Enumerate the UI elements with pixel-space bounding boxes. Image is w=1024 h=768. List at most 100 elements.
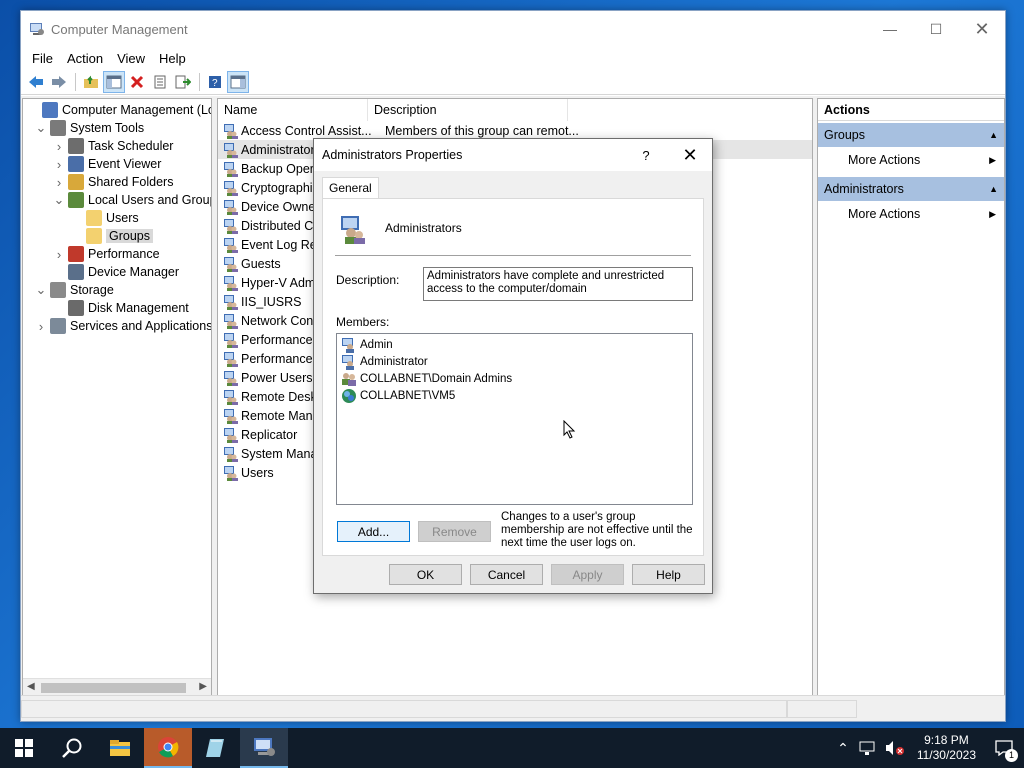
- collapse-chevron-icon[interactable]: ⌄: [53, 192, 65, 208]
- tree-item[interactable]: Computer Management (Local: [27, 101, 211, 119]
- tree-horizontal-scrollbar[interactable]: ◀ ▶: [23, 678, 211, 695]
- tree-item[interactable]: ⌄ Local Users and Groups: [53, 191, 212, 209]
- help-button[interactable]: Help: [632, 564, 705, 585]
- menu-action[interactable]: Action: [60, 51, 110, 66]
- tree-item[interactable]: › Event Viewer: [53, 155, 161, 173]
- member-item[interactable]: Admin: [341, 336, 688, 353]
- tree-item[interactable]: Device Manager: [53, 263, 179, 281]
- add-button[interactable]: Add...: [337, 521, 410, 542]
- submenu-arrow-icon: ▶: [989, 208, 996, 219]
- system-tools-icon: [50, 120, 66, 136]
- group-icon: [224, 465, 238, 481]
- taskbar-notepad[interactable]: [192, 728, 240, 768]
- group-icon: [224, 294, 238, 310]
- group-icon: [224, 446, 238, 462]
- scroll-thumb[interactable]: [41, 683, 186, 693]
- start-button[interactable]: [0, 728, 48, 768]
- notifications-button[interactable]: 1: [984, 728, 1024, 768]
- members-list[interactable]: Admin Administrator COLLABNET\Domain Admin…: [336, 333, 693, 505]
- description-field[interactable]: Administrators have complete and unrestr…: [423, 267, 693, 301]
- general-tab-panel: Administrators Description: Administrato…: [322, 198, 704, 556]
- chrome-icon: [158, 737, 179, 758]
- status-panel: [787, 700, 857, 718]
- apply-button[interactable]: Apply: [551, 564, 624, 585]
- forward-icon[interactable]: [48, 71, 70, 93]
- clock[interactable]: 9:18 PM 11/30/2023: [909, 733, 984, 763]
- actions-section-administrators[interactable]: Administrators ▲: [818, 177, 1004, 201]
- group-icon: [224, 123, 238, 139]
- dialog-close-button[interactable]: ✕: [668, 145, 712, 166]
- group-icon: [224, 332, 238, 348]
- expand-chevron-icon[interactable]: ›: [35, 319, 47, 334]
- column-header-description[interactable]: Description: [368, 99, 568, 121]
- tab-general[interactable]: General: [322, 177, 379, 199]
- more-actions-label: More Actions: [848, 153, 921, 167]
- menu-help[interactable]: Help: [152, 51, 193, 66]
- collapse-chevron-icon[interactable]: ⌄: [35, 282, 47, 298]
- tree-item-label: Local Users and Groups: [88, 193, 212, 207]
- tree-item[interactable]: › Services and Applications: [35, 317, 211, 335]
- member-item[interactable]: COLLABNET\Domain Admins: [341, 370, 688, 387]
- title-bar[interactable]: Computer Management — ☐ ✕: [21, 11, 1005, 47]
- remove-button[interactable]: Remove: [418, 521, 491, 542]
- more-actions-groups[interactable]: More Actions ▶: [818, 147, 1004, 173]
- section-title: Groups: [824, 128, 865, 142]
- expand-chevron-icon[interactable]: ›: [53, 175, 65, 190]
- tree-item[interactable]: Users: [71, 209, 139, 227]
- mouse-cursor-icon: [563, 420, 576, 439]
- help-icon[interactable]: ?: [204, 71, 226, 93]
- svg-text:?: ?: [212, 78, 218, 89]
- expand-chevron-icon[interactable]: ›: [53, 247, 65, 262]
- network-icon[interactable]: [859, 740, 877, 756]
- tree-item[interactable]: Disk Management: [53, 299, 189, 317]
- ok-button[interactable]: OK: [389, 564, 462, 585]
- taskbar-computer-management[interactable]: [240, 728, 288, 768]
- taskbar-file-explorer[interactable]: [96, 728, 144, 768]
- scroll-left-icon[interactable]: ◀: [27, 681, 35, 692]
- collapse-chevron-icon[interactable]: ⌄: [35, 120, 47, 136]
- event-viewer-icon: [68, 156, 84, 172]
- taskbar-chrome[interactable]: [144, 728, 192, 768]
- help-question-button[interactable]: ?: [624, 148, 668, 163]
- tree-item[interactable]: ⌄ System Tools: [35, 119, 144, 137]
- delete-icon[interactable]: [126, 71, 148, 93]
- search-button[interactable]: [48, 728, 96, 768]
- volume-muted-icon[interactable]: [885, 740, 905, 756]
- menu-view[interactable]: View: [110, 51, 152, 66]
- cancel-button[interactable]: Cancel: [470, 564, 543, 585]
- back-icon[interactable]: [25, 71, 47, 93]
- properties-icon[interactable]: [149, 71, 171, 93]
- show-hide-action-pane-icon[interactable]: [227, 70, 249, 93]
- tree-item[interactable]: Groups: [71, 227, 153, 245]
- divider: [335, 255, 691, 256]
- menu-file[interactable]: File: [25, 51, 60, 66]
- window-title: Computer Management: [51, 21, 188, 37]
- dialog-title-bar[interactable]: Administrators Properties ? ✕: [314, 139, 712, 171]
- more-actions-label: More Actions: [848, 207, 921, 221]
- up-folder-icon[interactable]: [80, 71, 102, 93]
- close-button[interactable]: ✕: [959, 11, 1005, 47]
- export-list-icon[interactable]: [172, 71, 194, 93]
- member-item[interactable]: Administrator: [341, 353, 688, 370]
- minimize-button[interactable]: —: [867, 11, 913, 47]
- column-header-name[interactable]: Name: [218, 99, 368, 121]
- actions-section-groups[interactable]: Groups ▲: [818, 123, 1004, 147]
- tree-item[interactable]: › Performance: [53, 245, 160, 263]
- more-actions-administrators[interactable]: More Actions ▶: [818, 201, 1004, 227]
- member-item[interactable]: COLLABNET\VM5: [341, 387, 688, 404]
- scroll-right-icon[interactable]: ▶: [199, 681, 207, 692]
- group-icon: [224, 237, 238, 253]
- tree-item[interactable]: › Task Scheduler: [53, 137, 173, 155]
- tree-item[interactable]: ⌄ Storage: [35, 281, 114, 299]
- expand-chevron-icon[interactable]: ›: [53, 157, 65, 172]
- show-hidden-icons-icon[interactable]: ⌃: [831, 740, 855, 757]
- maximize-button[interactable]: ☐: [913, 11, 959, 47]
- users-groups-icon: [68, 192, 84, 208]
- computer-management-icon: [42, 102, 58, 118]
- expand-chevron-icon[interactable]: ›: [53, 139, 65, 154]
- taskbar: ⌃ 9:18 PM 11/30/2023 1: [0, 728, 1024, 768]
- show-hide-tree-icon[interactable]: [103, 70, 125, 93]
- tree-item[interactable]: › Shared Folders: [53, 173, 173, 191]
- clock-date: 11/30/2023: [916, 748, 976, 762]
- windows-logo-icon: [15, 739, 33, 757]
